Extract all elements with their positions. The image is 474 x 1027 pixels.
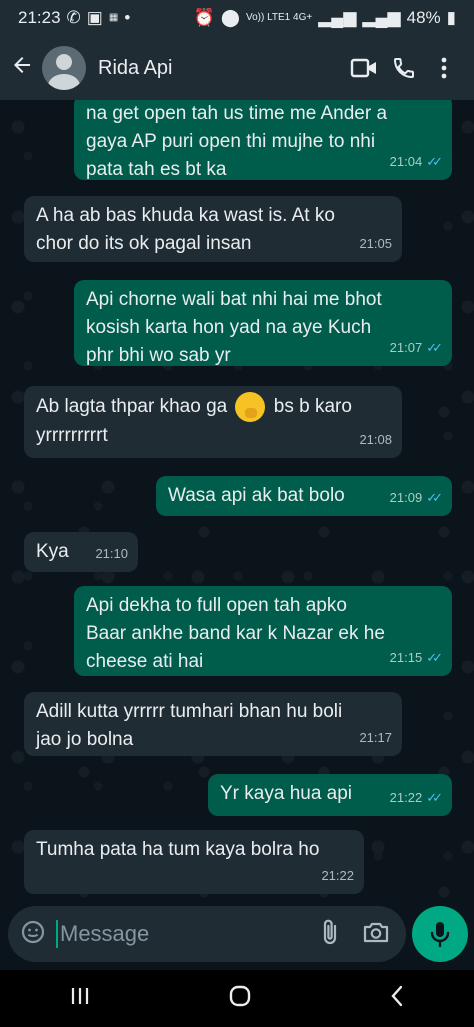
message-bubble-outgoing[interactable]: Api dekha to full open tah apko Baar ank… (74, 586, 452, 676)
message-time: 21:07 (389, 340, 423, 355)
message-text: yrrrrrrrrrt (36, 425, 108, 446)
message-bubble-incoming[interactable]: Adill kutta yrrrrr tumhari bhan hu boli … (24, 692, 402, 756)
text-caret (56, 920, 58, 948)
status-time: 21:23 (18, 8, 61, 27)
read-ticks-icon: ✓✓ (426, 790, 443, 805)
gallery-notification-icon: ▣ (86, 8, 103, 27)
message-time: 21:09 (389, 490, 423, 505)
location-icon: ⬤ (220, 8, 240, 27)
alarm-icon: ⏰ (193, 8, 215, 27)
whatsapp-notification-icon: ✆ (66, 8, 81, 27)
message-time: 21:17 (359, 730, 392, 745)
message-time: 21:05 (359, 236, 392, 251)
sticker-icon[interactable] (20, 919, 46, 950)
message-text: bs b karo (273, 396, 352, 418)
message-time: 21:08 (359, 432, 392, 447)
recent-apps-icon[interactable] (69, 986, 91, 1012)
message-time: 21:04 (389, 154, 423, 169)
battery-level: 48% (406, 8, 441, 27)
message-text: A ha ab bas khuda ka wast is. At ko chor… (36, 205, 335, 254)
message-text: Adill kutta yrrrrr tumhari bhan hu boli … (36, 701, 343, 750)
message-time: 21:10 (95, 546, 128, 561)
microphone-icon[interactable] (412, 906, 468, 962)
message-bubble-outgoing[interactable]: Wasa api ak bat bolo 21:09 ✓✓ (156, 476, 452, 516)
message-bubble-outgoing[interactable]: Yr kaya hua api 21:22 ✓✓ (208, 774, 452, 816)
message-text: na get open tah us time me Ander a gaya … (86, 103, 388, 180)
contact-name[interactable]: Rida Api (98, 57, 344, 80)
phone-icon[interactable] (384, 56, 424, 80)
message-text: Tumha pata ha tum kaya bolra ho (36, 839, 320, 860)
message-bubble-incoming[interactable]: Kya 21:10 (24, 532, 138, 572)
message-bubble-incoming[interactable]: A ha ab bas khuda ka wast is. At ko chor… (24, 196, 402, 262)
read-ticks-icon: ✓✓ (426, 490, 443, 505)
arrow-left-icon[interactable] (10, 53, 36, 84)
status-bar: 21:23 ✆ ▣ ▦ • ⏰ ⬤ Vo)) LTE1 4G+ ▂▄▆ ▂▄▆ … (0, 0, 474, 36)
message-bubble-outgoing[interactable]: na get open tah us time me Ander a gaya … (74, 100, 452, 180)
camera-icon[interactable] (362, 920, 390, 949)
app-notification-icon: ▦ (108, 12, 119, 23)
read-ticks-icon: ✓✓ (426, 340, 443, 355)
face-with-hand-over-mouth-emoji (235, 392, 266, 422)
home-icon[interactable] (228, 984, 252, 1014)
message-bubble-incoming[interactable]: Ab lagta thpar khao ga bs b karo yrrrrrr… (24, 386, 402, 458)
input-bar: Message (0, 900, 474, 970)
message-bubble-outgoing[interactable]: Api chorne wali bat nhi hai me bhot kosi… (74, 280, 452, 366)
message-bubble-incoming[interactable]: Tumha pata ha tum kaya bolra ho 21:22 (24, 830, 364, 894)
back-nav-icon[interactable] (389, 984, 405, 1014)
battery-icon: ▮ (446, 8, 456, 27)
message-text: Ab lagta thpar khao ga (36, 396, 228, 418)
message-box[interactable]: Message (8, 906, 406, 962)
video-call-icon[interactable] (344, 57, 384, 79)
message-time: 21:22 (389, 790, 423, 805)
avatar[interactable] (42, 46, 86, 90)
message-time: 21:15 (389, 650, 423, 665)
read-ticks-icon: ✓✓ (426, 154, 443, 169)
paperclip-icon[interactable] (320, 918, 340, 951)
message-time: 21:22 (321, 868, 354, 883)
message-text: Api chorne wali bat nhi hai me bhot kosi… (86, 289, 382, 366)
message-text: Api dekha to full open tah apko Baar ank… (86, 595, 385, 672)
signal-icon: ▂▄▆ (318, 8, 357, 27)
message-input[interactable]: Message (60, 921, 320, 947)
more-vertical-icon[interactable] (424, 57, 464, 79)
chat-header: Rida Api (0, 36, 474, 100)
system-nav-bar (0, 970, 474, 1027)
signal-2-icon: ▂▄▆ (362, 8, 401, 27)
chat-area: na get open tah us time me Ander a gaya … (0, 100, 474, 900)
read-ticks-icon: ✓✓ (426, 650, 443, 665)
dot-icon: • (124, 8, 131, 27)
network-label: Vo)) LTE1 4G+ (245, 12, 313, 23)
